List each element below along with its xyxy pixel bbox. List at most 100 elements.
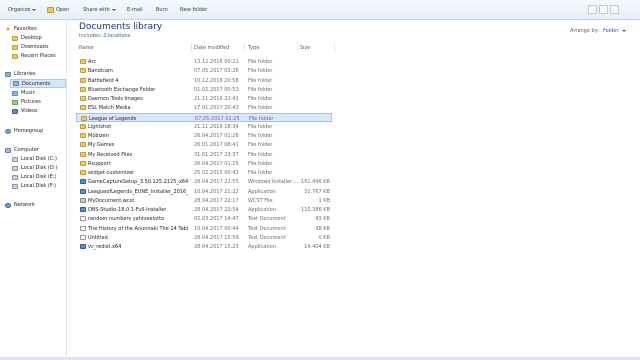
folder-row[interactable]: Arc 13.12.2016 00:21 File folder xyxy=(76,57,332,66)
nav-item-label: Documents xyxy=(22,80,51,87)
file-name: Mobizen xyxy=(88,133,109,139)
file-date-modified: 28.04.2017 15:23 xyxy=(194,244,239,250)
app-icon xyxy=(80,207,86,212)
file-size: 0 KB xyxy=(318,234,330,241)
desktop-icon xyxy=(12,35,18,41)
column-header-size[interactable]: Size xyxy=(300,45,310,51)
folder-row[interactable]: Bandicam 07.05.2017 03:26 File folder xyxy=(76,66,332,75)
folder-row[interactable]: Lightshot 21.11.2016 18:34 File folder xyxy=(76,122,332,131)
nav-item-disk-e[interactable]: Local Disk (E:) xyxy=(12,174,57,180)
folder-icon xyxy=(81,115,87,121)
column-header-name[interactable]: Name xyxy=(79,45,94,51)
new-folder-button[interactable]: New folder xyxy=(180,7,207,13)
nav-item-label: Desktop xyxy=(21,35,42,41)
share-with-label: Share with xyxy=(83,7,110,13)
nav-item-videos[interactable]: Videos xyxy=(12,108,38,114)
nav-item-desktop[interactable]: Desktop xyxy=(12,35,42,41)
file-size: 1 KB xyxy=(318,197,330,204)
folder-row[interactable]: ESL Match Media 17.01.2017 20:43 File fold… xyxy=(76,103,332,112)
file-type: File folder xyxy=(248,77,273,84)
share-with-button[interactable]: Share with xyxy=(83,7,116,13)
organize-button[interactable]: Organize xyxy=(8,7,37,13)
file-date-modified: 10.04.2017 21:22 xyxy=(194,188,239,195)
nav-item-documents[interactable]: Documents xyxy=(10,79,66,88)
disk-icon xyxy=(12,165,18,171)
locations-link[interactable]: 2 locations xyxy=(103,33,130,39)
file-name: Lightshot xyxy=(88,123,112,130)
file-size: 43 KB xyxy=(315,216,330,223)
folder-icon xyxy=(80,170,86,175)
open-button[interactable]: Open xyxy=(47,7,69,13)
text-icon xyxy=(80,234,86,240)
nav-homegroup[interactable]: Homegroup xyxy=(5,128,43,134)
file-size: 38 KB xyxy=(315,225,330,232)
nav-item-label: Music xyxy=(21,90,36,96)
arrange-by-dropdown[interactable]: Folder xyxy=(603,28,618,34)
chevron-down-icon xyxy=(32,9,37,11)
burn-button[interactable]: Burn xyxy=(156,7,168,13)
nav-item-pictures[interactable]: Pictures xyxy=(12,99,41,105)
nav-item-music[interactable]: Music xyxy=(12,90,35,96)
file-date-modified: 10.04.2017 00:44 xyxy=(194,225,239,232)
folder-row[interactable]: Battlefield 4 10.12.2016 20:58 File folder xyxy=(76,76,332,85)
nav-item-downloads[interactable]: Downloads xyxy=(12,44,48,50)
file-date-modified: 07.05.2017 03:26 xyxy=(194,68,239,75)
help-button[interactable] xyxy=(610,5,619,14)
nav-item-disk-d[interactable]: Local Disk (D:) xyxy=(12,165,57,171)
email-label: E-mail xyxy=(127,7,143,13)
folder-row[interactable]: Mobizen 26.04.2017 01:28 File folder xyxy=(76,131,332,140)
file-type: File folder xyxy=(249,115,274,122)
disk-icon xyxy=(12,156,18,162)
nav-libraries[interactable]: Libraries xyxy=(5,71,36,77)
column-divider[interactable] xyxy=(191,43,192,52)
nav-item-recent-places[interactable]: Recent Places xyxy=(12,53,56,59)
nav-favorites-label: Favorites xyxy=(14,26,37,32)
arrange-by-label: Arrange by: xyxy=(570,28,599,34)
wcst-icon xyxy=(80,197,86,203)
column-divider[interactable] xyxy=(244,43,245,52)
file-name: Arc xyxy=(88,59,97,65)
folder-row[interactable]: Daemon Tools Images 21.11.2016 22:41 File … xyxy=(76,94,332,103)
column-divider[interactable] xyxy=(334,43,335,52)
file-name: random numbers yahtzeelotto xyxy=(88,216,165,223)
file-row[interactable]: GameCaptureSetup_3.50.125.2125_x64 28.04.… xyxy=(76,177,332,186)
file-name: vc_redist.x64 xyxy=(88,244,122,250)
folder-row[interactable]: widget-customizer 25.02.2015 00:43 File fo… xyxy=(76,168,332,177)
file-row[interactable]: random numbers yahtzeelotto 02.03.2017 14… xyxy=(76,214,332,223)
file-row[interactable]: The History of the Anunnaki The 14 Tabl.… xyxy=(76,224,332,233)
folder-row[interactable]: My Received Files 31.01.2017 23:37 File fo… xyxy=(76,150,332,159)
column-header-type[interactable]: Type xyxy=(248,45,259,51)
folder-row[interactable]: My Games 26.01.2017 08:41 File folder xyxy=(76,140,332,149)
disk-icon xyxy=(12,174,18,180)
file-row[interactable]: vc_redist.x64 28.04.2017 15:23 Application… xyxy=(76,242,332,251)
folder-row[interactable]: Bluetooth Exchange Folder 01.02.2017 00:5… xyxy=(76,85,332,94)
library-includes: Includes: 2 locations xyxy=(79,33,130,39)
videos-icon xyxy=(12,108,18,114)
nav-item-label: Local Disk (F:) xyxy=(21,183,56,189)
folder-row[interactable]: League of Legends 07.05.2017 02:25 File fo… xyxy=(76,112,332,122)
burn-label: Burn xyxy=(156,7,168,13)
nav-item-disk-c[interactable]: Local Disk (C:) xyxy=(12,156,57,162)
file-row[interactable]: Untitled 28.04.2017 15:59 Text Document 0 K… xyxy=(76,233,332,242)
file-name: Bluetooth Exchange Folder xyxy=(88,86,156,93)
app-icon xyxy=(80,244,86,249)
nav-computer[interactable]: Computer xyxy=(5,147,39,153)
nav-item-label: Local Disk (E:) xyxy=(21,174,57,180)
preview-pane-button[interactable] xyxy=(599,5,608,14)
file-type: File folder xyxy=(248,160,273,167)
file-row[interactable]: MyDocument.wcst 28.04.2017 22:17 WCST File… xyxy=(76,196,332,205)
file-name: League of Legends xyxy=(89,115,137,122)
file-row[interactable]: LeagueofLegends_EUNE_Installer_2016_1...… xyxy=(76,187,332,196)
column-divider[interactable] xyxy=(297,43,298,52)
nav-item-disk-f[interactable]: Local Disk (F:) xyxy=(12,183,56,189)
folder-row[interactable]: Rsupport 26.04.2017 01:25 File folder xyxy=(76,159,332,168)
file-name: My Games xyxy=(88,142,115,149)
nav-network[interactable]: Network xyxy=(5,202,35,208)
organize-label: Organize xyxy=(8,7,31,13)
nav-favorites[interactable]: ★ Favorites xyxy=(5,26,37,32)
email-button[interactable]: E-mail xyxy=(127,7,143,13)
change-view-button[interactable] xyxy=(588,5,597,14)
file-row[interactable]: OBS-Studio-18.0.1-Full-Installer 28.04.20… xyxy=(76,205,332,214)
column-header-date[interactable]: Date modified xyxy=(194,45,229,51)
folder-icon xyxy=(80,105,86,111)
